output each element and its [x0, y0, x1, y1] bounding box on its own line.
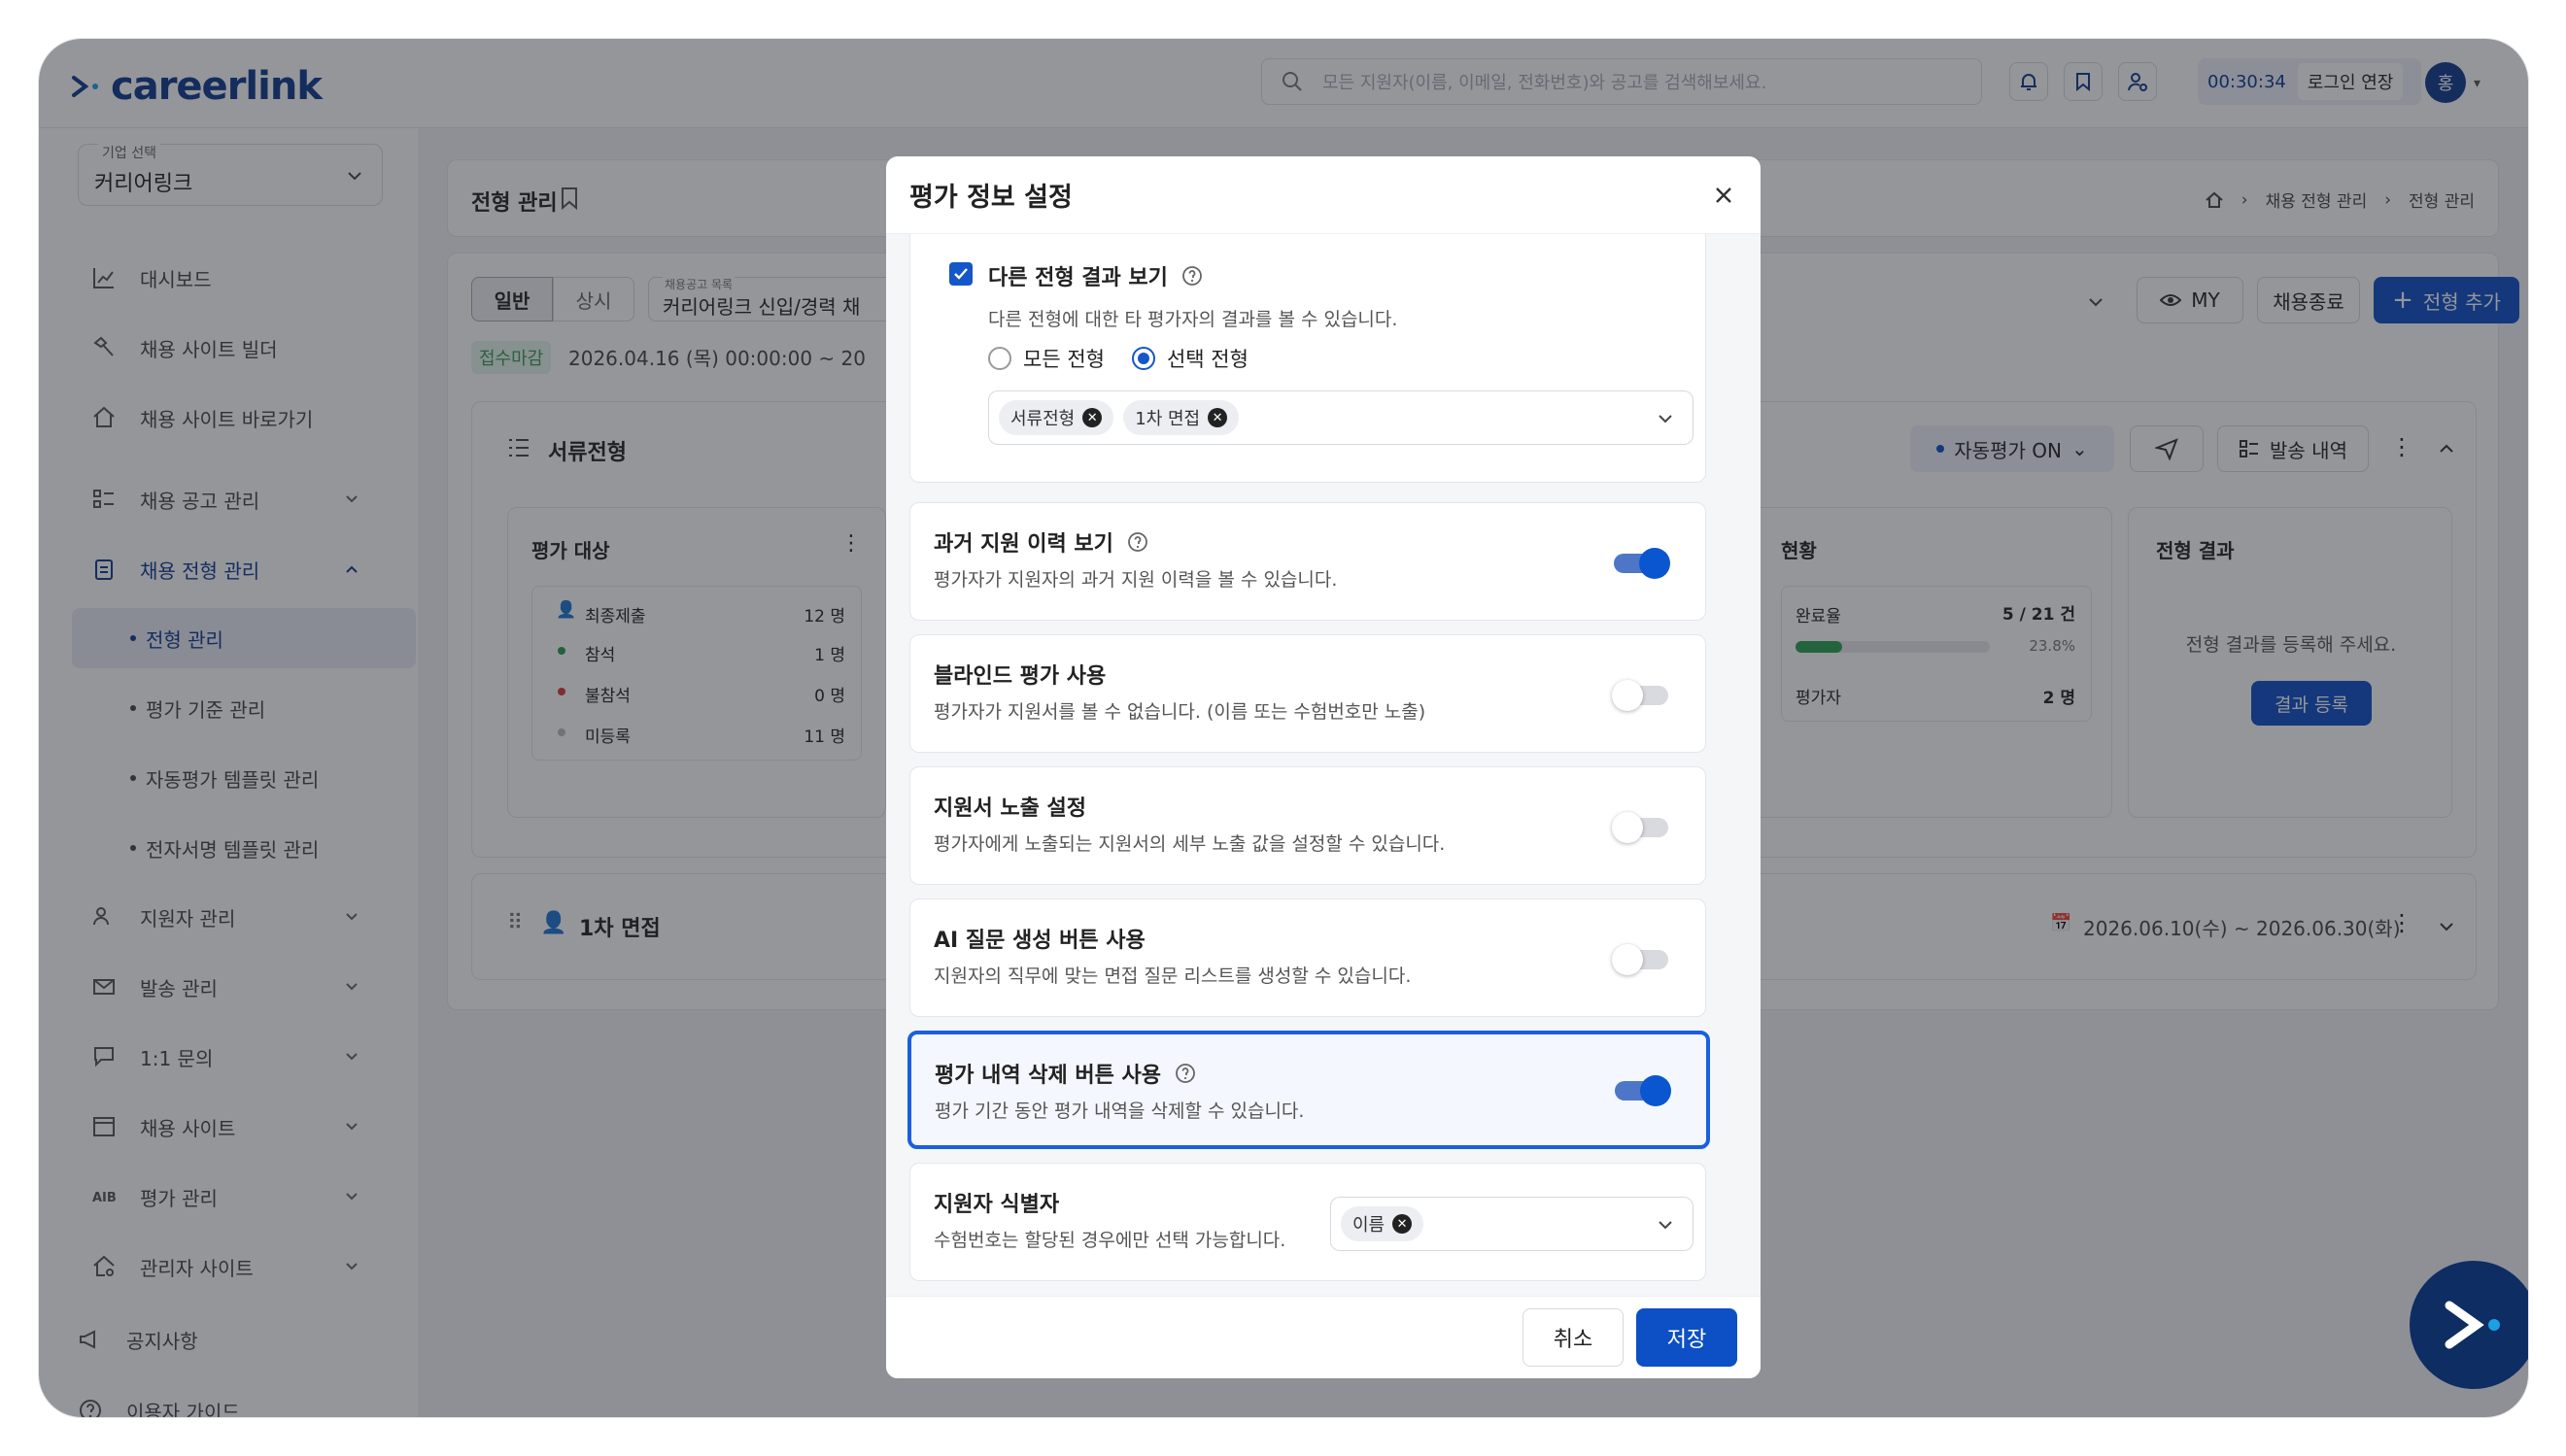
modal-body[interactable]: 다른 전형 결과 보기 다른 전형에 대한 타 평가자의 결과를 볼 수 있습니… — [886, 234, 1761, 1296]
setting-past-history: 과거 지원 이력 보기 평가자가 지원자의 과거 지원 이력을 볼 수 있습니다… — [909, 502, 1706, 621]
logo-icon — [2445, 1301, 2500, 1349]
app-window: careerlink 모든 지원자(이름, 이메일, 전화번호)와 공고를 검색… — [39, 39, 2528, 1417]
help-circle-icon[interactable] — [1175, 1063, 1196, 1084]
setting-title-row: AI 질문 생성 버튼 사용 — [934, 923, 1146, 954]
setting-title-row: 평가 내역 삭제 버튼 사용 — [935, 1058, 1196, 1089]
toggle-knob — [1612, 812, 1643, 843]
radio-dot-icon — [1137, 353, 1149, 364]
setting-title: 지원서 노출 설정 — [934, 796, 1086, 821]
setting-title: 블라인드 평가 사용 — [934, 664, 1107, 689]
blind-toggle[interactable] — [1612, 680, 1668, 711]
setting-delete-history: 평가 내역 삭제 버튼 사용 평가 기간 동안 평가 내역을 삭제할 수 있습니… — [907, 1031, 1710, 1149]
toggle-knob — [1639, 548, 1670, 579]
setting-title: AI 질문 생성 버튼 사용 — [934, 929, 1146, 953]
chip-stage: 서류전형 ✕ — [999, 400, 1114, 435]
setting-ai-question: AI 질문 생성 버튼 사용 지원자의 직무에 맞는 면접 질문 리스트를 생성… — [909, 898, 1706, 1017]
modal-header: 평가 정보 설정 — [886, 156, 1761, 234]
stage-multiselect[interactable]: 서류전형 ✕ 1차 면접 ✕ — [988, 390, 1694, 445]
radio-selected-label[interactable]: 선택 전형 — [1167, 344, 1249, 373]
toggle-knob — [1612, 680, 1643, 711]
setting-desc: 평가자가 지원자의 과거 지원 이력을 볼 수 있습니다. — [934, 569, 1338, 591]
modal-title: 평가 정보 설정 — [909, 183, 1073, 213]
other-results-title-row: 다른 전형 결과 보기 — [988, 260, 1203, 291]
setting-title: 지원자 식별자 — [934, 1193, 1060, 1217]
identifier-select[interactable]: 이름 ✕ — [1330, 1197, 1694, 1251]
delete-history-toggle[interactable] — [1615, 1075, 1671, 1106]
setting-exposure: 지원서 노출 설정 평가자에게 노출되는 지원서의 세부 노출 값을 설정할 수… — [909, 766, 1706, 885]
setting-title-row: 과거 지원 이력 보기 — [934, 526, 1148, 558]
setting-title-row: 지원자 식별자 — [934, 1187, 1059, 1218]
radio-all[interactable] — [988, 347, 1011, 370]
chevron-down-icon — [1659, 1221, 1672, 1230]
chip-label: 이름 — [1352, 1215, 1386, 1236]
setting-blind: 블라인드 평가 사용 평가자가 지원서를 볼 수 없습니다. (이름 또는 수험… — [909, 634, 1706, 753]
help-circle-icon[interactable] — [1127, 531, 1148, 553]
other-results-title: 다른 전형 결과 보기 — [988, 266, 1168, 290]
chip-identifier: 이름 ✕ — [1341, 1206, 1424, 1241]
toggle-knob — [1640, 1075, 1671, 1106]
radio-selected[interactable] — [1131, 347, 1155, 370]
setting-title: 평가 내역 삭제 버튼 사용 — [935, 1064, 1162, 1088]
exposure-toggle[interactable] — [1612, 812, 1668, 843]
radio-group: 모든 전형 선택 전형 — [988, 344, 1249, 373]
chip-remove-icon[interactable]: ✕ — [1208, 408, 1228, 427]
floating-chat-button[interactable] — [2410, 1261, 2528, 1389]
setting-desc: 수험번호는 할당된 경우에만 선택 가능합니다. — [934, 1230, 1286, 1251]
toggle-knob — [1612, 944, 1643, 975]
setting-desc: 평가 기간 동안 평가 내역을 삭제할 수 있습니다. — [935, 1100, 1305, 1122]
setting-desc: 평가자가 지원서를 볼 수 없습니다. (이름 또는 수험번호만 노출) — [934, 701, 1426, 723]
setting-title-row: 지원서 노출 설정 — [934, 791, 1086, 822]
past-history-toggle[interactable] — [1614, 548, 1670, 579]
chip-label: 서류전형 — [1010, 409, 1076, 429]
setting-title: 과거 지원 이력 보기 — [934, 532, 1113, 557]
setting-desc: 평가자에게 노출되는 지원서의 세부 노출 값을 설정할 수 있습니다. — [934, 833, 1446, 855]
help-circle-icon[interactable] — [1181, 265, 1203, 287]
ai-question-toggle[interactable] — [1612, 944, 1668, 975]
other-results-checkbox[interactable] — [949, 262, 973, 286]
setting-title-row: 블라인드 평가 사용 — [934, 659, 1106, 690]
cancel-button[interactable]: 취소 — [1522, 1308, 1624, 1367]
chevron-down-icon — [1659, 415, 1672, 423]
check-icon — [954, 268, 968, 280]
other-results-desc: 다른 전형에 대한 타 평가자의 결과를 볼 수 있습니다. — [988, 309, 1398, 330]
setting-other-results: 다른 전형 결과 보기 다른 전형에 대한 타 평가자의 결과를 볼 수 있습니… — [909, 234, 1706, 483]
setting-identifier: 지원자 식별자 수험번호는 할당된 경우에만 선택 가능합니다. 이름 ✕ — [909, 1163, 1706, 1281]
chip-label: 1차 면접 — [1135, 409, 1201, 429]
radio-all-label[interactable]: 모든 전형 — [1023, 344, 1105, 373]
save-button[interactable]: 저장 — [1636, 1308, 1737, 1367]
setting-desc: 지원자의 직무에 맞는 면접 질문 리스트를 생성할 수 있습니다. — [934, 965, 1412, 987]
chip-remove-icon[interactable]: ✕ — [1392, 1214, 1413, 1234]
close-icon[interactable] — [1708, 180, 1739, 211]
modal-footer: 취소 저장 — [886, 1296, 1761, 1378]
evaluation-settings-modal: 평가 정보 설정 다른 전형 결과 보기 다른 전형에 대한 타 평가자의 결과… — [886, 156, 1761, 1378]
chip-stage: 1차 면접 ✕ — [1123, 400, 1240, 435]
chip-remove-icon[interactable]: ✕ — [1082, 408, 1103, 427]
